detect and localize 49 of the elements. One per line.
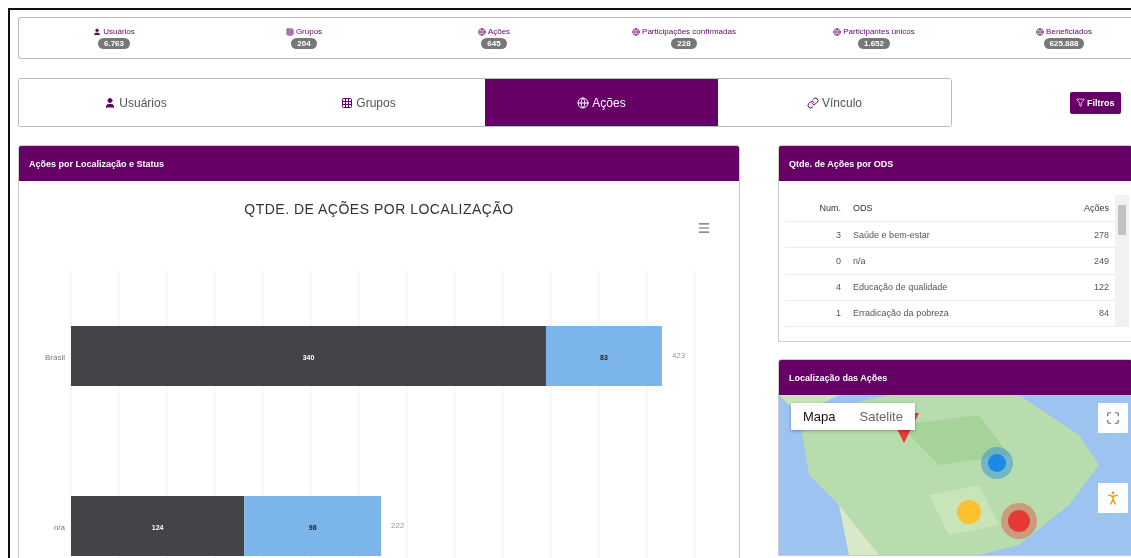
chart-title: QTDE. DE AÇÕES POR LOCALIZAÇÃO bbox=[244, 201, 514, 217]
grid-icon bbox=[341, 96, 354, 109]
globe-icon bbox=[577, 96, 590, 109]
stat-label: Grupos bbox=[295, 27, 323, 36]
globe-icon bbox=[1036, 27, 1045, 36]
table-cell: 4 bbox=[785, 274, 848, 301]
user-icon bbox=[93, 27, 102, 36]
menu-icon[interactable] bbox=[697, 221, 711, 235]
stat-badge: 645 bbox=[481, 38, 507, 49]
stat-label: Beneficiados bbox=[1046, 27, 1092, 36]
person-icon[interactable] bbox=[1098, 483, 1128, 513]
panel-title: Localização das Ações bbox=[779, 360, 1131, 395]
stat-label: Usuários bbox=[103, 27, 135, 36]
globe-icon bbox=[833, 27, 842, 36]
table-cell: 0 bbox=[785, 247, 848, 274]
filter-button[interactable]: Filtros bbox=[1070, 91, 1121, 114]
table-cell: 3 bbox=[785, 221, 848, 248]
table-cell: Erradicação da pobreza bbox=[847, 300, 1047, 327]
globe-icon bbox=[632, 27, 641, 36]
scrollbar[interactable] bbox=[1115, 195, 1129, 327]
stat-badge: 1.652 bbox=[858, 38, 890, 49]
map-type-button[interactable]: Mapa bbox=[791, 403, 848, 430]
link-icon bbox=[807, 96, 819, 109]
stat-label: Participações confirmadas bbox=[642, 27, 736, 36]
stat-label: Participantes únicos bbox=[843, 27, 915, 36]
total-label: 222 bbox=[391, 521, 405, 530]
table-cell: Educação de qualidade bbox=[847, 274, 1047, 301]
stat-badge: 228 bbox=[671, 38, 697, 49]
filter-icon bbox=[1076, 98, 1085, 107]
category-label: n/a bbox=[53, 523, 65, 532]
panel-title: Ações por Localização e Status bbox=[19, 146, 739, 181]
total-label: 423 bbox=[671, 351, 686, 360]
fullscreen-icon[interactable] bbox=[1098, 403, 1128, 433]
category-label: Brasil bbox=[45, 353, 65, 362]
grid-icon bbox=[285, 27, 294, 36]
column-header: ODS bbox=[847, 195, 1047, 222]
stat-badge: 6.763 bbox=[98, 38, 130, 49]
stat-badge: 204 bbox=[291, 38, 317, 49]
table-cell: Saúde e bem-estar bbox=[847, 221, 1047, 248]
table-cell: n/a bbox=[847, 247, 1047, 274]
table-cell: 1 bbox=[785, 300, 848, 327]
tab[interactable]: Ações bbox=[485, 79, 718, 126]
user-icon bbox=[104, 96, 117, 109]
map-type-button[interactable]: Satelite bbox=[847, 403, 915, 430]
column-header: Num. bbox=[785, 195, 848, 222]
globe-icon bbox=[477, 27, 486, 36]
stat-badge: 625.888 bbox=[1043, 38, 1085, 49]
stat-label: Ações bbox=[487, 27, 511, 36]
panel-title: Qtde. de Ações por ODS bbox=[779, 146, 1131, 181]
